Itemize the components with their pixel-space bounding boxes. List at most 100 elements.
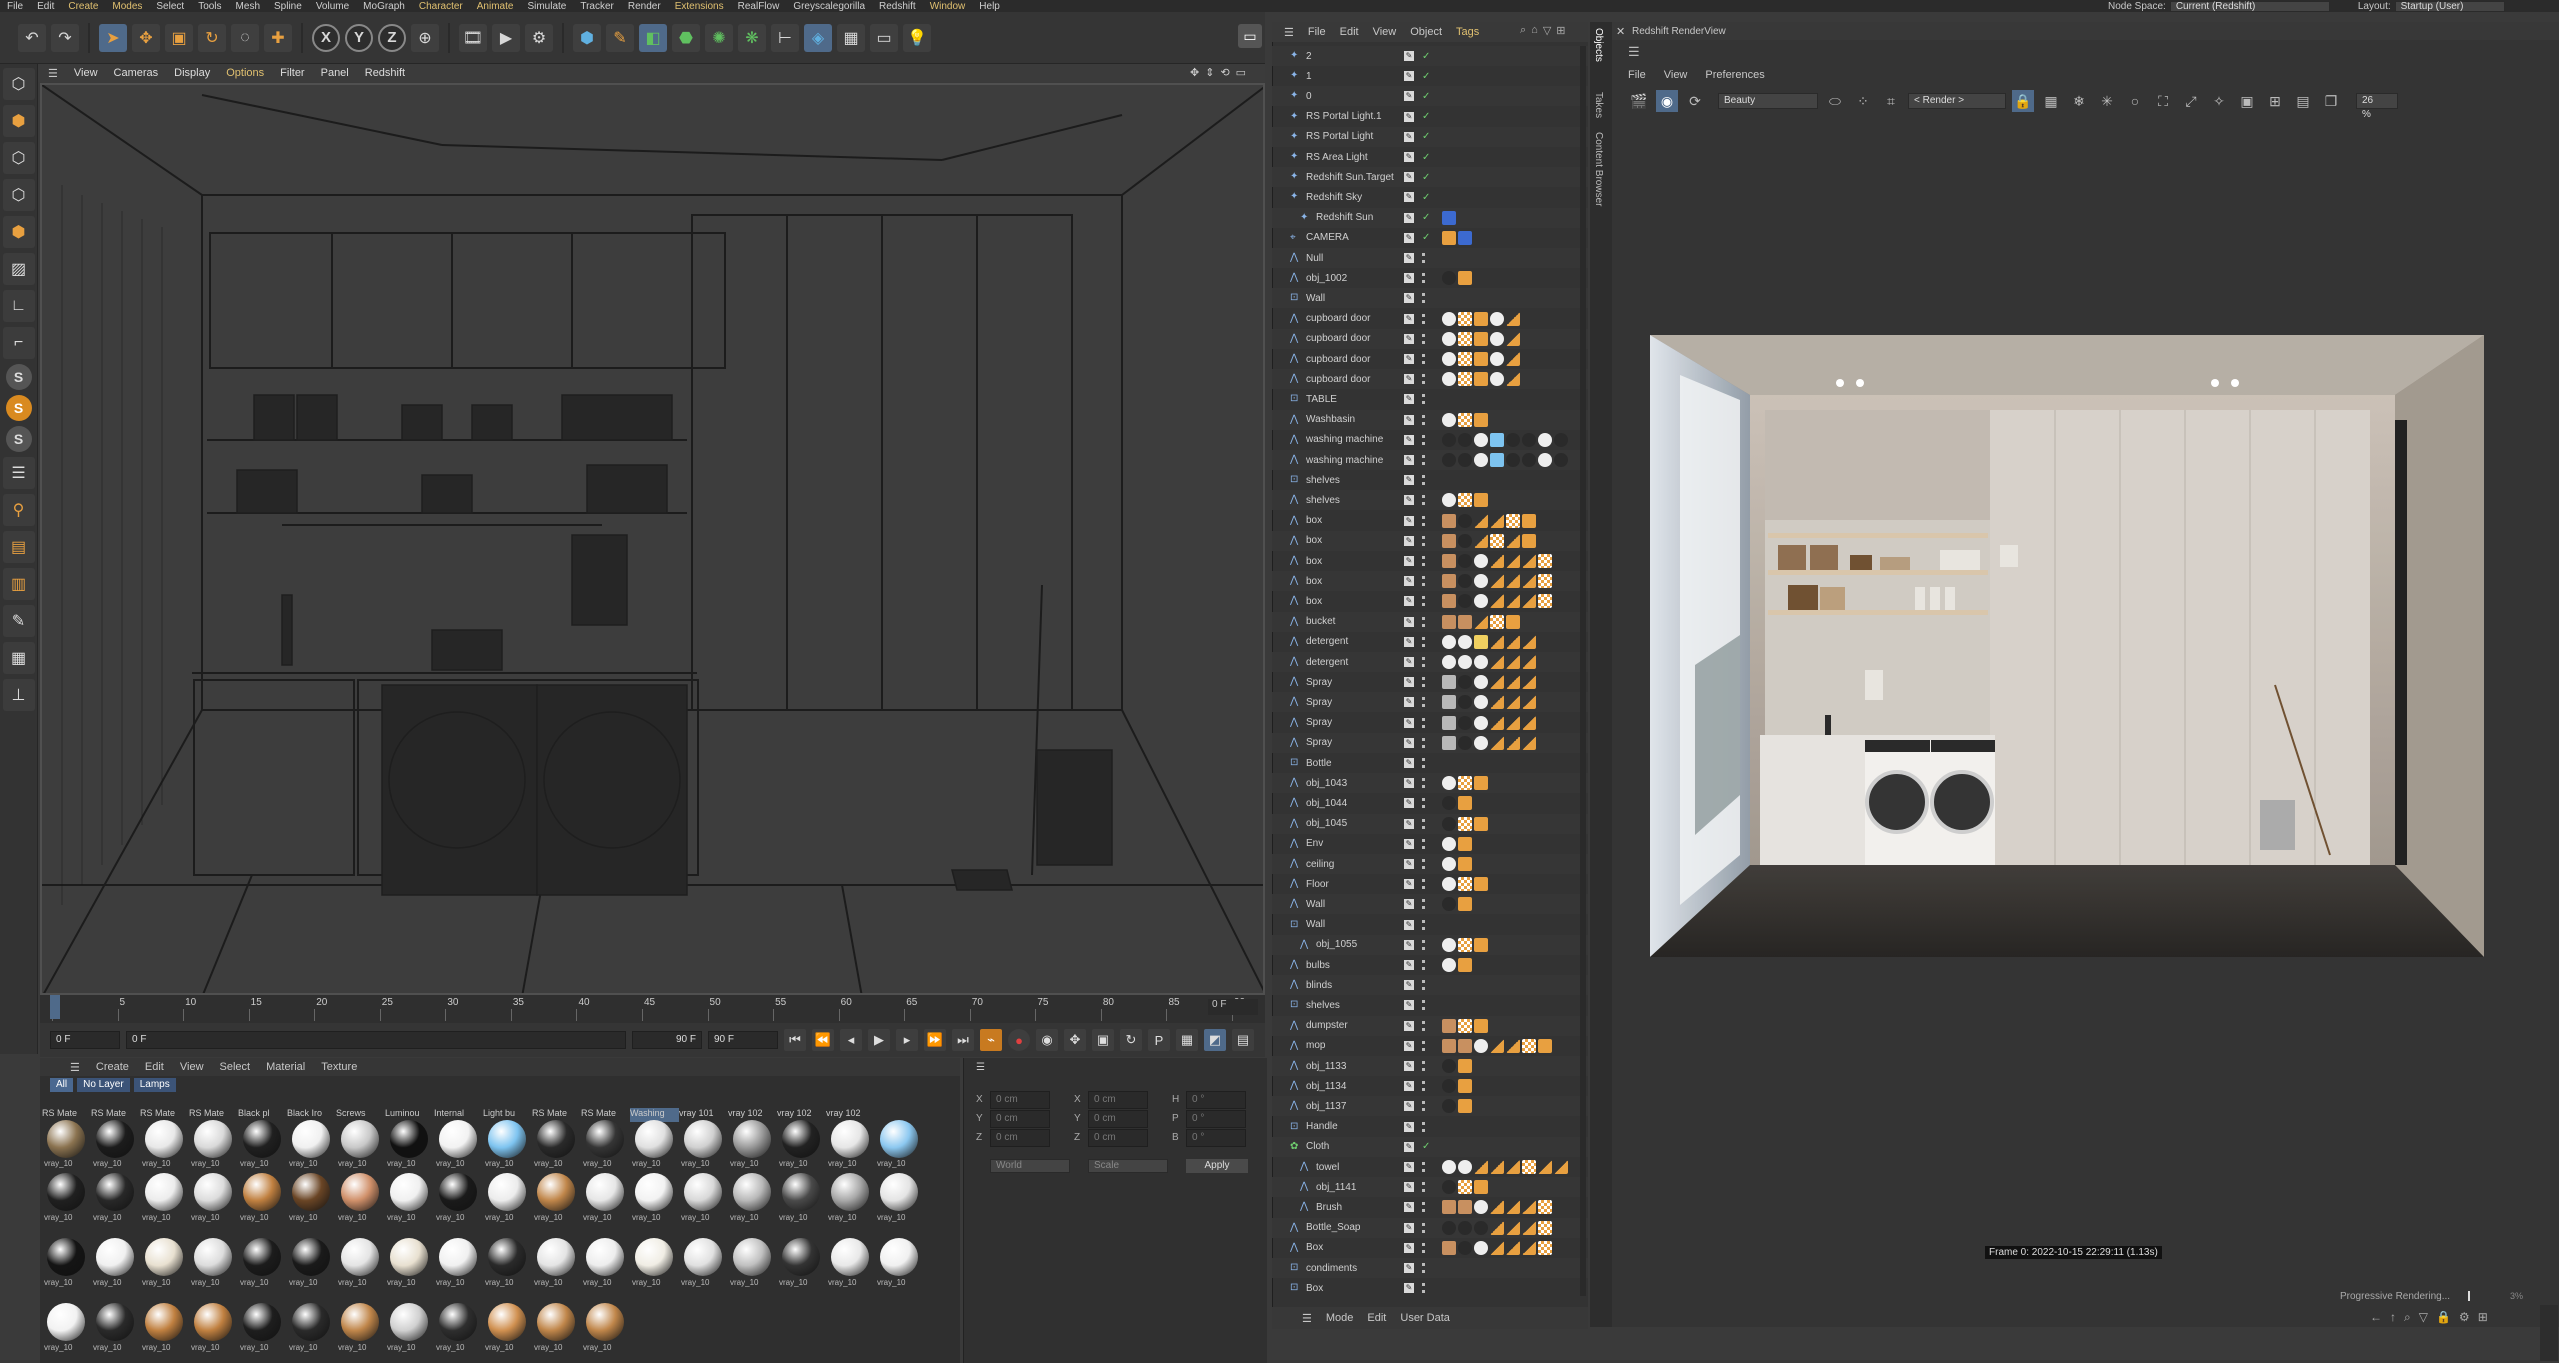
object-row[interactable]: ⊡ TABLE ✎ — [1272, 389, 1588, 409]
subdivision-icon[interactable]: ◧ — [639, 23, 667, 52]
layer-icon[interactable]: ✎ — [1404, 980, 1414, 991]
compositing-tag-icon[interactable] — [1522, 1200, 1536, 1215]
object-row[interactable]: ✦ RS Portal Light.1 ✎ ✓ — [1272, 107, 1588, 127]
material-tag-icon[interactable] — [1458, 1200, 1472, 1215]
zoom-icon[interactable]: ⇕ — [1205, 66, 1214, 79]
material-swatch[interactable]: vray_10 — [434, 1301, 483, 1363]
compositing-tag-icon[interactable] — [1506, 574, 1520, 589]
material-menu-texture[interactable]: Texture — [321, 1061, 357, 1073]
material-tag-icon[interactable] — [1458, 634, 1472, 649]
material-menu-view[interactable]: View — [180, 1061, 204, 1073]
material-tag-icon[interactable] — [1442, 937, 1456, 952]
material-swatch[interactable]: vray_10 — [532, 1236, 581, 1301]
object-row[interactable]: ⋀ obj_1002 ✎ — [1272, 268, 1588, 288]
visibility-dots-icon[interactable] — [1422, 657, 1425, 667]
material-swatch[interactable]: vray_10 — [385, 1171, 434, 1236]
material-menu-create[interactable]: Create — [96, 1061, 129, 1073]
pos-y-field[interactable]: 0 cm — [990, 1110, 1050, 1128]
object-row[interactable]: ⊡ Wall ✎ — [1272, 915, 1588, 935]
layer-icon[interactable]: ✎ — [1404, 71, 1414, 82]
compositing-tag-icon[interactable] — [1490, 1220, 1504, 1235]
compositing-tag-icon[interactable] — [1506, 655, 1520, 669]
material-tag-icon[interactable] — [1442, 554, 1456, 568]
compositing-tag-icon[interactable] — [1474, 533, 1488, 548]
material-tag-icon[interactable] — [1442, 796, 1456, 811]
material-tag-icon[interactable] — [1458, 715, 1472, 730]
viewport-menu-view[interactable]: View — [74, 67, 98, 79]
object-row[interactable]: ⊡ Box ✎ — [1272, 1278, 1588, 1298]
object-row[interactable]: ⋀ Spray ✎ — [1272, 732, 1588, 753]
material-tag-icon[interactable] — [1442, 513, 1456, 528]
material-tag-icon[interactable] — [1442, 857, 1456, 871]
record-icon[interactable]: ● — [1008, 1029, 1030, 1051]
material-filter-no-layer[interactable]: No Layer — [77, 1078, 130, 1092]
uvw-tag-icon[interactable] — [1522, 1038, 1536, 1053]
layer-icon[interactable]: ✎ — [1404, 333, 1414, 344]
node-space-dropdown[interactable]: Current (Redshift) — [2169, 0, 2330, 12]
compositing-tag-icon[interactable] — [1490, 594, 1504, 609]
compositing-tag-icon[interactable] — [1490, 655, 1504, 669]
material-swatch[interactable]: vray_10 — [140, 1171, 189, 1236]
up-icon[interactable]: ↑ — [2390, 1310, 2396, 1325]
object-row[interactable]: ⋀ obj_1137 ✎ — [1272, 1096, 1588, 1117]
close-icon[interactable]: ✕ — [1616, 25, 1625, 38]
settings-icon[interactable]: ⚙ — [2459, 1310, 2470, 1325]
cube-icon[interactable]: ⬢ — [573, 23, 601, 52]
undo-icon[interactable]: ↶ — [18, 23, 46, 52]
fullscreen-icon[interactable]: ⤢ — [2180, 90, 2202, 112]
render-dropdown[interactable]: < Render > — [1908, 93, 2006, 109]
enabled-check-icon[interactable]: ✓ — [1422, 71, 1430, 82]
object-row[interactable]: ⋀ Brush ✎ — [1272, 1197, 1588, 1217]
axis-y-button[interactable]: Y — [345, 23, 373, 52]
uvw-tag-icon[interactable] — [1458, 816, 1472, 831]
move-tool-icon[interactable]: ✥ — [132, 23, 160, 52]
tweak-mode-icon[interactable]: ⌐ — [2, 327, 35, 359]
compositing-tag-icon[interactable] — [1506, 1160, 1520, 1174]
material-tag-icon[interactable] — [1474, 715, 1488, 730]
key-pla-icon[interactable]: ▦ — [1176, 1029, 1198, 1051]
material-tag-icon[interactable] — [1458, 533, 1472, 548]
material-swatch[interactable]: vray_10 — [777, 1236, 826, 1301]
material-tag-icon[interactable] — [1490, 453, 1504, 467]
uvw-tag-icon[interactable] — [1538, 574, 1552, 589]
visibility-dots-icon[interactable] — [1422, 717, 1425, 728]
compositing-tag-icon[interactable] — [1474, 372, 1488, 387]
object-row[interactable]: ✦ RS Area Light ✎ ✓ — [1272, 147, 1588, 167]
object-row[interactable]: ⋀ obj_1134 ✎ — [1272, 1076, 1588, 1096]
material-tag-icon[interactable] — [1458, 574, 1472, 589]
material-tag-icon[interactable] — [1442, 331, 1456, 346]
compositing-tag-icon[interactable] — [1506, 735, 1520, 750]
enabled-check-icon[interactable]: ✓ — [1422, 152, 1430, 163]
material-swatch[interactable]: vray_10 — [385, 1106, 434, 1171]
menu-mesh[interactable]: Mesh — [229, 1, 267, 12]
material-tag-icon[interactable] — [1442, 715, 1456, 730]
visibility-dots-icon[interactable] — [1422, 879, 1425, 890]
layer-icon[interactable]: ✎ — [1404, 1263, 1414, 1273]
menu-spline[interactable]: Spline — [267, 1, 309, 12]
layer-icon[interactable]: ✎ — [1404, 1202, 1414, 1213]
viewport-menu-filter[interactable]: Filter — [280, 67, 304, 79]
compositing-tag-icon[interactable] — [1538, 1038, 1552, 1053]
render-view-icon[interactable]: ▶ — [492, 23, 520, 52]
object-row[interactable]: ⋀ Box ✎ — [1272, 1238, 1588, 1258]
rot-p-field[interactable]: 0 ° — [1186, 1110, 1246, 1128]
material-tag-icon[interactable] — [1442, 836, 1456, 851]
object-row[interactable]: ✦ 0 ✎ ✓ — [1272, 86, 1588, 107]
menu-tracker[interactable]: Tracker — [573, 1, 621, 12]
compositing-tag-icon[interactable] — [1474, 493, 1488, 508]
material-tag-icon[interactable] — [1442, 210, 1456, 225]
material-tag-icon[interactable] — [1474, 634, 1488, 649]
visibility-dots-icon[interactable] — [1422, 1162, 1425, 1172]
uvw-tag-icon[interactable] — [1458, 372, 1472, 387]
start-frame-field[interactable]: 0 F — [50, 1031, 120, 1049]
material-tag-icon[interactable] — [1474, 1200, 1488, 1215]
visibility-dots-icon[interactable] — [1422, 778, 1425, 789]
layer-icon[interactable]: ✎ — [1404, 1141, 1414, 1152]
compositing-tag-icon[interactable] — [1490, 1240, 1504, 1255]
material-tag-icon[interactable] — [1474, 655, 1488, 669]
layer-icon[interactable]: ✎ — [1404, 1283, 1414, 1294]
light-icon[interactable]: 💡 — [903, 23, 931, 52]
layer-icon[interactable]: ✎ — [1404, 1222, 1414, 1233]
menu-edit[interactable]: Edit — [30, 1, 61, 12]
compositing-tag-icon[interactable] — [1474, 311, 1488, 326]
